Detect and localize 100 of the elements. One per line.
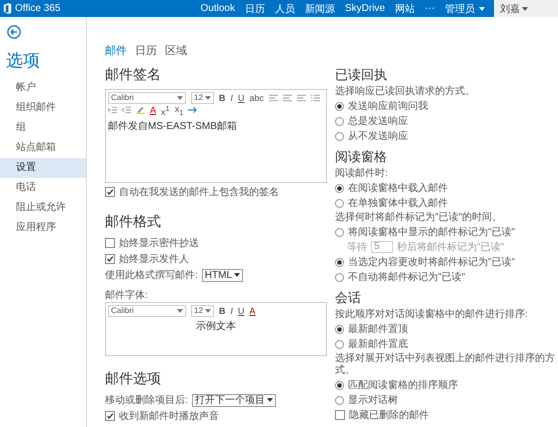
sidebar-item[interactable]: 阻止或允许 — [0, 198, 86, 218]
section-heading: 会话 — [335, 289, 362, 307]
nav-link[interactable]: SkyDrive — [340, 3, 390, 14]
section-heading: 邮件签名 — [105, 66, 162, 84]
sidebar-item[interactable]: 站点邮箱 — [0, 138, 86, 158]
format-button[interactable]: U — [238, 93, 244, 103]
prompt-text: 选择何时将邮件标记为"已读"的时间。 — [335, 212, 504, 224]
nav-menu[interactable]: 管理员 — [440, 2, 490, 16]
font-select[interactable]: Calibri — [108, 305, 186, 317]
sidebar-item[interactable]: 设置 — [0, 158, 86, 178]
checkbox[interactable] — [105, 187, 115, 197]
caret-icon — [204, 309, 211, 313]
field-label: 邮件字体: — [105, 288, 149, 302]
font-select[interactable]: Calibri — [108, 92, 186, 104]
format-select[interactable]: HTML — [202, 268, 244, 282]
radio-button[interactable] — [335, 198, 344, 208]
align-icon[interactable] — [282, 94, 292, 102]
format-button[interactable]: abc — [249, 93, 264, 103]
office-logo-icon — [3, 3, 12, 14]
checkbox[interactable] — [105, 238, 115, 248]
tab[interactable]: 邮件 — [105, 43, 127, 58]
sidebar-item[interactable]: 组织邮件 — [0, 98, 86, 118]
outdent-icon[interactable] — [122, 106, 131, 114]
nav-link[interactable]: ··· — [420, 3, 440, 14]
nav-link[interactable]: 网站 — [390, 2, 420, 16]
radio-button[interactable] — [335, 380, 344, 390]
radio-label: 在阅读窗格中载入邮件 — [348, 182, 448, 195]
options-title: 选项 — [6, 50, 41, 72]
field-label: 移动或删除项目后: — [105, 394, 188, 407]
section-heading: 邮件选项 — [105, 370, 162, 388]
prompt-text: 按此顺序对对话阅读窗格中的邮件进行排序: — [335, 309, 529, 321]
radio-label: 显示对话树 — [348, 394, 398, 407]
field-label: 使用此格式撰写邮件: — [105, 268, 198, 282]
section-heading: 已读回执 — [335, 66, 388, 84]
caret-icon — [177, 96, 183, 100]
radio-label: 从不发送响应 — [348, 130, 408, 143]
nav-link[interactable]: 人员 — [270, 2, 300, 16]
sidebar-item[interactable]: 应用程序 — [0, 218, 86, 238]
font-editor[interactable]: Calibri 12 B I U A 示例文本 — [105, 302, 327, 356]
user-menu[interactable]: 刘嘉 — [494, 0, 558, 17]
align-icon[interactable] — [268, 94, 278, 102]
radio-button[interactable] — [335, 132, 344, 140]
nav-link[interactable]: Outlook — [196, 3, 240, 14]
radio-label: 当选定内容更改时将邮件标记为"已读" — [348, 256, 516, 269]
highlighter-icon[interactable] — [136, 106, 145, 114]
format-button[interactable]: I — [230, 306, 233, 316]
checkbox-label: 始终显示发件人 — [119, 253, 189, 266]
radio-button[interactable] — [335, 116, 344, 126]
radio-button[interactable] — [335, 324, 344, 334]
after-move-select[interactable]: 打开下一个项目 — [192, 394, 276, 406]
arrow-icon[interactable] — [188, 106, 198, 114]
radio-button[interactable] — [335, 102, 344, 110]
radio-button[interactable] — [335, 258, 344, 266]
radio-button[interactable] — [335, 272, 344, 282]
brand-name[interactable]: Office 365 — [15, 3, 60, 14]
format-button[interactable]: x$_{1}$ — [174, 104, 184, 116]
delay-label: 秒后将邮件标记为"已读" — [397, 240, 504, 254]
bullet-list-icon[interactable] — [310, 94, 320, 102]
checkbox-label: 自动在我发送的邮件上包含我的签名 — [119, 186, 279, 199]
sample-text: 示例文本 — [195, 320, 237, 333]
caret-icon — [234, 273, 240, 277]
tab[interactable]: 日历 — [135, 43, 157, 58]
prompt-text: 选择对展开对话中列表视图上的邮件进行排序的方式。 — [335, 353, 556, 377]
sidebar-item[interactable]: 电话 — [0, 178, 86, 198]
back-icon[interactable] — [7, 25, 21, 39]
format-button[interactable]: A — [150, 105, 156, 115]
radio-label: 将阅读窗格中显示的邮件标记为"已读" — [348, 226, 516, 239]
format-button[interactable]: A — [249, 306, 256, 316]
sidebar-item[interactable]: 帐户 — [0, 78, 86, 98]
sidebar-item[interactable]: 组 — [0, 118, 86, 138]
section-heading: 邮件格式 — [105, 213, 162, 231]
section-heading: 阅读窗格 — [335, 148, 388, 166]
caret-icon — [522, 6, 528, 10]
radio-button[interactable] — [335, 340, 344, 348]
caret-icon — [266, 398, 273, 402]
tab[interactable]: 区域 — [165, 43, 187, 58]
checkbox[interactable] — [105, 254, 115, 264]
align-icon[interactable] — [296, 94, 306, 102]
signature-editor[interactable]: Calibri 12 B I U abc A x$^{1}$ x$_{1}$ 邮件发自MS-EAST-SMB邮箱 — [105, 89, 327, 183]
prompt-text: 阅读邮件时: — [335, 168, 389, 180]
radio-button[interactable] — [335, 396, 344, 404]
format-button[interactable]: x$^{1}$ — [161, 104, 170, 116]
caret-icon — [479, 6, 485, 10]
size-select[interactable]: 12 — [191, 305, 214, 317]
format-button[interactable]: I — [230, 93, 233, 103]
signature-text: 邮件发自MS-EAST-SMB邮箱 — [108, 120, 238, 133]
format-button[interactable]: B — [218, 306, 226, 316]
prompt-text: 选择响应已读回执请求的方式。 — [335, 86, 476, 98]
indent-icon[interactable] — [108, 106, 117, 114]
radio-label: 最新邮件置顶 — [348, 322, 408, 336]
nav-link[interactable]: 日历 — [240, 2, 270, 16]
nav-link[interactable]: 新闻源 — [300, 2, 340, 16]
checkbox[interactable] — [105, 411, 115, 421]
size-select[interactable]: 12 — [191, 92, 214, 104]
radio-button[interactable] — [335, 184, 344, 192]
format-button[interactable]: U — [238, 306, 244, 316]
radio-label: 最新邮件置底 — [348, 338, 408, 351]
checkbox[interactable] — [335, 410, 345, 420]
radio-button[interactable] — [335, 228, 344, 236]
format-button[interactable]: B — [218, 93, 226, 103]
